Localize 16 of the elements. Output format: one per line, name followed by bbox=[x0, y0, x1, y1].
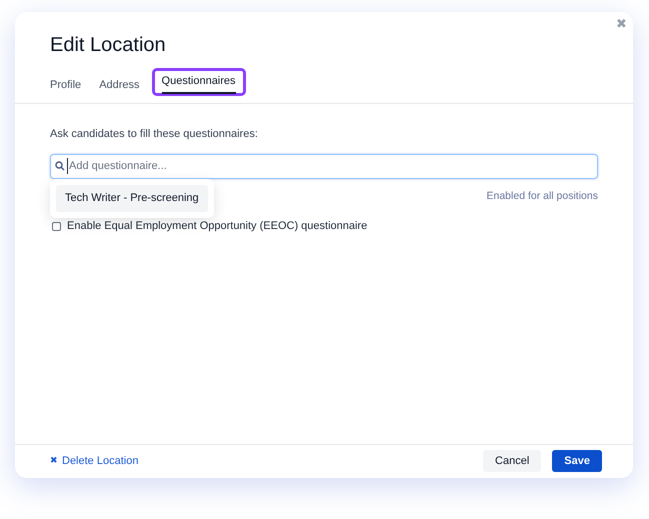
prompt-text: Ask candidates to fill these questionnaires: bbox=[50, 127, 259, 142]
suggestion-item[interactable]: Tech Writer - Pre-screening bbox=[56, 185, 208, 212]
delete-location-link[interactable]: ✖ Delete Location bbox=[50, 452, 138, 470]
search-field[interactable]: Add questionnaire... bbox=[50, 154, 598, 178]
cancel-button[interactable]: Cancel bbox=[483, 450, 542, 472]
checkbox[interactable] bbox=[52, 222, 61, 231]
search-icon bbox=[55, 161, 65, 171]
tab[interactable]: Profile bbox=[44, 74, 88, 96]
dialog-title: Edit Location bbox=[50, 33, 166, 58]
delete-icon: ✖ bbox=[50, 454, 58, 468]
tab[interactable]: Questionnaires bbox=[152, 68, 246, 96]
save-button[interactable]: Save bbox=[552, 450, 602, 472]
search-input[interactable]: Add questionnaire... bbox=[67, 158, 593, 174]
tab[interactable]: Address bbox=[93, 74, 146, 96]
enabled-note: Enabled for all positions bbox=[486, 188, 598, 204]
checkbox-label: Enable Equal Employment Opportunity (EEOC) questionnaire bbox=[67, 219, 368, 234]
